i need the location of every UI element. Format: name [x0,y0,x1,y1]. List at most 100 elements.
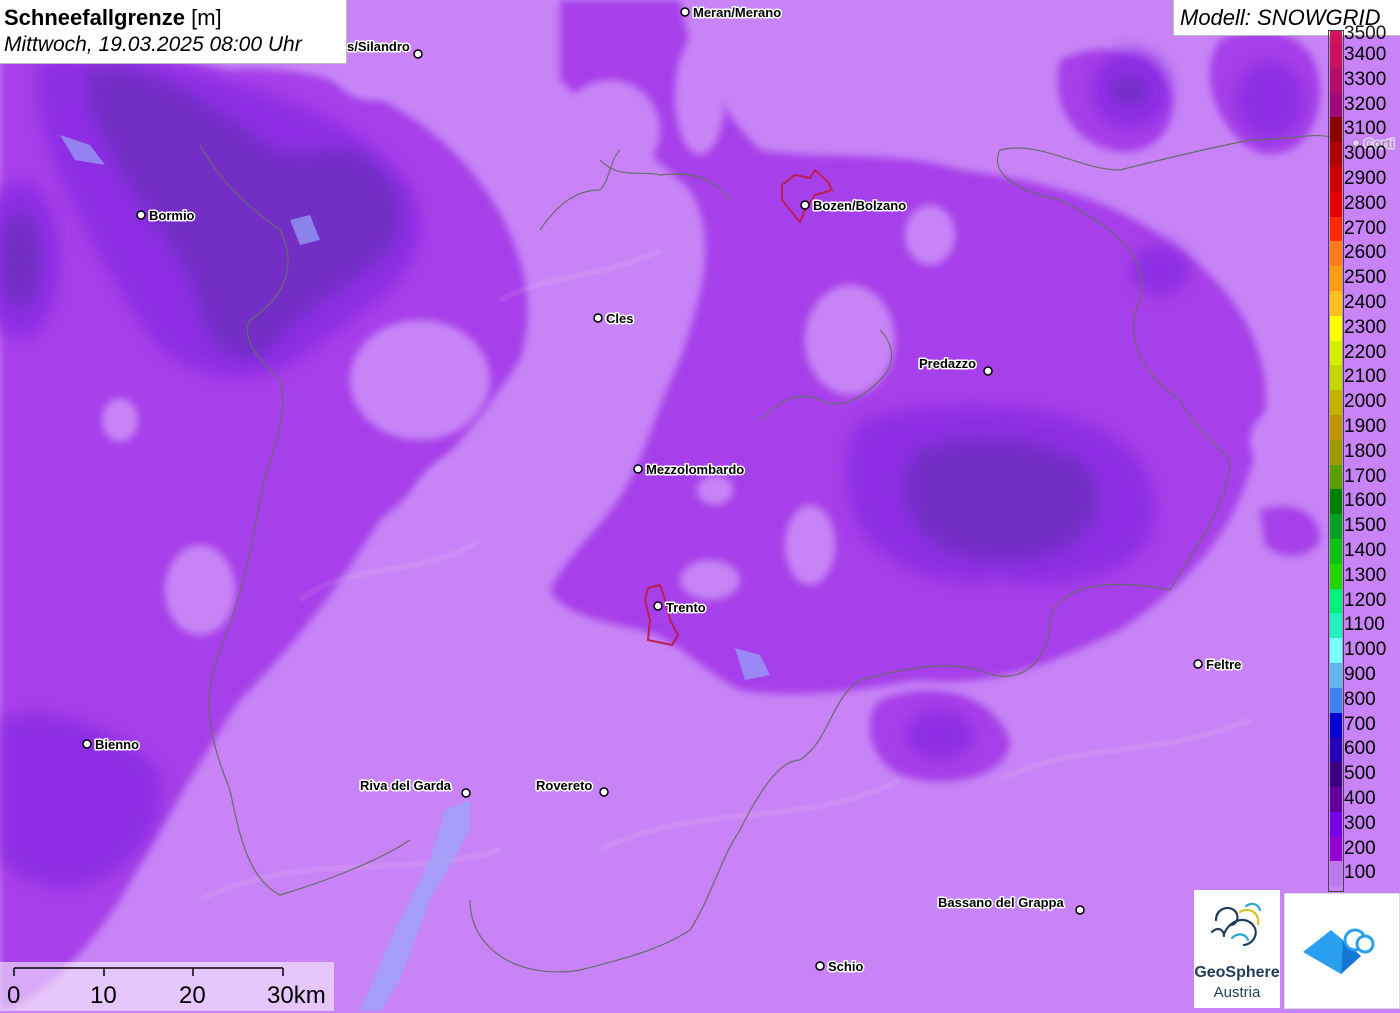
legend-swatch-2900 [1330,167,1342,193]
scale-label-0: 0 [7,982,21,1009]
legend-label-3100: 3100 [1344,118,1387,140]
legend-swatch-200 [1330,836,1342,862]
city-label-predazzo: Predazzo [919,356,976,371]
legend-label-2100: 2100 [1344,366,1387,388]
legend-label-1300: 1300 [1344,564,1387,586]
legend-swatch-3400 [1330,43,1342,69]
legend-label-top: 3500 [1344,23,1387,44]
legend-label-1400: 1400 [1344,540,1387,561]
legend-swatch-3200 [1330,92,1342,118]
snowfall-line-map[interactable]: Meran/Merano s/Silandro Bormio Bozen/Bol… [0,0,1400,1011]
legend-swatch-900 [1330,663,1342,689]
legend-label-2500: 2500 [1344,267,1387,289]
legend-swatch-1700 [1330,464,1342,490]
legend-label-1800: 1800 [1344,440,1387,462]
legend-label-2900: 2900 [1344,168,1387,189]
legend-label-1900: 1900 [1344,416,1387,437]
legend-label-1600: 1600 [1344,490,1387,512]
legend-swatch-1100 [1330,613,1342,639]
legend-label-2700: 2700 [1344,217,1387,239]
map-timestamp: Mittwoch, 19.03.2025 08:00 Uhr [4,33,302,56]
legend-label-3200: 3200 [1344,93,1387,115]
title-unit: [m] [191,5,222,30]
city-label-bozen: Bozen/Bolzano [813,198,906,213]
legend-swatch-100 [1330,861,1342,887]
city-mezzolombardo[interactable]: Mezzolombardo [633,461,746,479]
city-label-bormio: Bormio [149,208,195,223]
city-bozen-bolzano[interactable]: Bozen/Bolzano [800,197,908,215]
legend-label-800: 800 [1344,688,1376,710]
city-label-schio: Schio [828,959,863,974]
legend-swatch-700 [1330,712,1342,738]
scale-bar: 0 10 20 30km [0,962,334,1011]
geosphere-swirl-icon [1210,902,1262,947]
legend-swatch-400 [1330,787,1342,813]
map-title-box: Schneefallgrenze [m] Mittwoch, 19.03.202… [0,0,347,64]
legend-color-bar [1328,30,1344,892]
legend-label-1700: 1700 [1344,465,1387,487]
legend-swatch-3100 [1330,117,1342,143]
geosphere-subname: Austria [1213,984,1261,1001]
geosphere-name: GeoSphere [1194,964,1280,981]
legend-label-700: 700 [1344,713,1376,735]
legend-label-100: 100 [1344,862,1376,884]
legend-swatch-top [1330,31,1342,43]
city-label-rovereto: Rovereto [536,778,592,793]
legend-swatch-1800 [1330,439,1342,466]
city-label-feltre: Feltre [1206,657,1241,672]
legend-label-900: 900 [1344,664,1376,685]
legend-label-200: 200 [1344,837,1376,859]
city-label-silandro: s/Silandro [347,39,410,54]
legend-swatch-1000 [1330,638,1342,664]
city-label-bassano: Bassano del Grappa [938,895,1064,910]
legend-label-3000: 3000 [1344,143,1387,165]
legend-label-3400: 3400 [1344,44,1387,65]
legend-swatch-2500 [1330,266,1342,292]
title-text: Schneefallgrenze [4,5,185,30]
mountain-cloud-icon [1303,928,1375,974]
legend-swatch-2400 [1330,291,1342,317]
legend-label-1000: 1000 [1344,639,1387,661]
legend-swatch-2600 [1330,241,1342,267]
legend-swatch-2000 [1330,390,1342,416]
legend-swatch-2200 [1330,340,1342,366]
app-logo[interactable] [1284,893,1400,1009]
legend-swatch-1200 [1330,588,1342,614]
city-label-meran: Meran/Merano [693,5,781,20]
legend-swatch-2100 [1330,365,1342,391]
legend-swatch-1600 [1330,489,1342,515]
legend-swatch-1300 [1330,563,1342,590]
color-legend: 3500 3400 3300 3200 3100 3000 2900 2800 2700 260… [1328,24,1400,892]
legend-swatch-1400 [1330,539,1342,565]
geosphere-logo[interactable]: GeoSphere Austria [1194,890,1280,1008]
scale-label-20: 20 [179,982,206,1009]
legend-label-2800: 2800 [1344,192,1387,214]
legend-swatch-1900 [1330,415,1342,441]
legend-label-2400: 2400 [1344,292,1387,313]
scale-label-30km: 30km [267,982,326,1009]
legend-swatch-2300 [1330,315,1342,342]
city-label-riva: Riva del Garda [360,778,452,793]
legend-label-3300: 3300 [1344,68,1387,90]
legend-swatch-800 [1330,687,1342,714]
legend-swatch-2800 [1330,191,1342,218]
legend-swatch-300 [1330,811,1342,838]
scale-label-10: 10 [90,982,117,1009]
legend-label-600: 600 [1344,738,1376,760]
legend-swatch-2700 [1330,216,1342,242]
city-label-trento: Trento [666,600,706,615]
map-title: Schneefallgrenze [m] [4,5,222,31]
legend-swatch-1500 [1330,514,1342,540]
legend-swatch-500 [1330,762,1342,788]
city-label-mezzolombardo: Mezzolombardo [646,462,744,477]
legend-label-2000: 2000 [1344,391,1387,413]
legend-label-500: 500 [1344,763,1376,785]
legend-swatch-600 [1330,737,1342,763]
legend-label-1100: 1100 [1344,614,1385,636]
city-meran-merano[interactable]: Meran/Merano [680,4,783,22]
legend-label-1500: 1500 [1344,515,1387,537]
legend-label-300: 300 [1344,812,1376,834]
city-label-cles: Cles [606,311,633,326]
legend-swatch-3300 [1330,67,1342,94]
legend-label-2600: 2600 [1344,242,1387,264]
